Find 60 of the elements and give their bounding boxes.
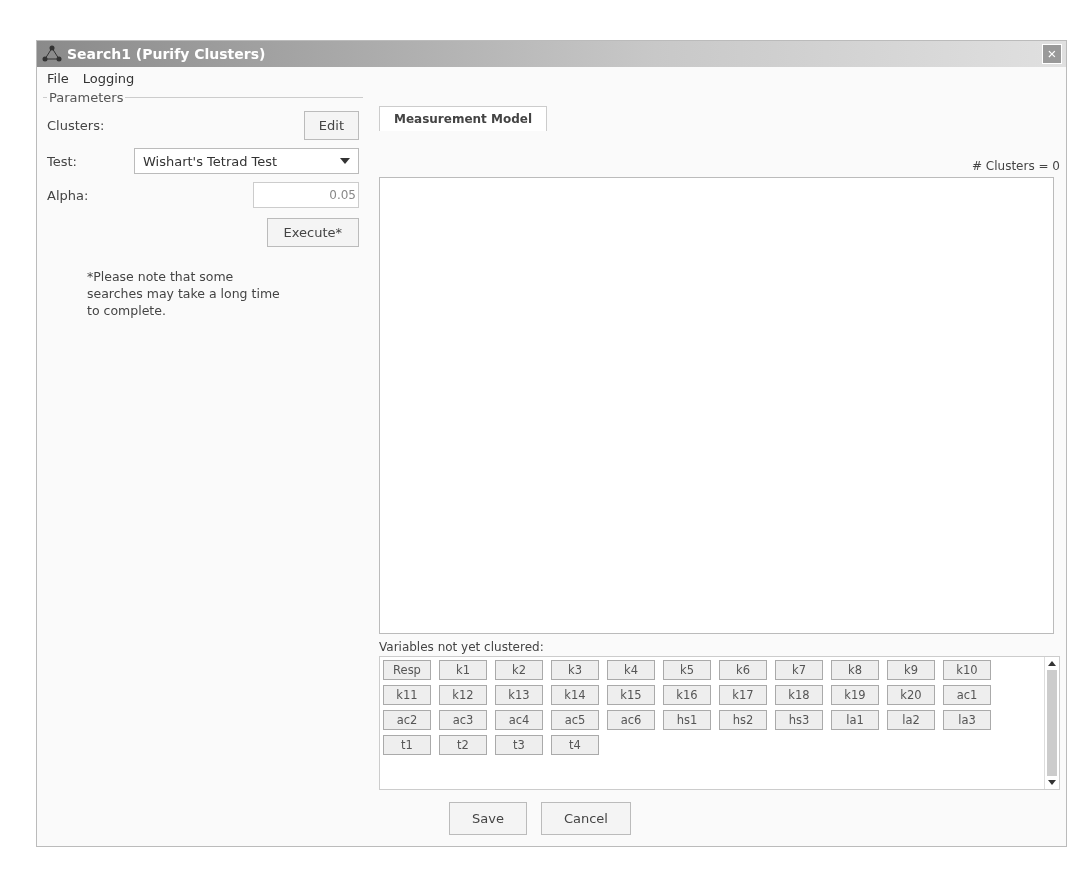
dialog-button[interactable]: Save [449,802,527,835]
variable-button[interactable]: Resp [383,660,431,680]
network-icon [41,45,63,63]
variable-button[interactable]: k8 [831,660,879,680]
variable-button[interactable]: la2 [887,710,935,730]
variable-button[interactable]: k20 [887,685,935,705]
alpha-field[interactable]: 0.05 [253,182,359,208]
variable-button[interactable]: k15 [607,685,655,705]
scroll-bar[interactable] [1044,657,1059,789]
variable-button[interactable]: la3 [943,710,991,730]
variable-button[interactable]: k6 [719,660,767,680]
variable-button[interactable]: ac1 [943,685,991,705]
variable-button[interactable]: t1 [383,735,431,755]
variable-button[interactable]: t3 [495,735,543,755]
variable-button[interactable]: k12 [439,685,487,705]
menu-item[interactable]: Logging [82,71,135,86]
variable-button[interactable]: hs3 [775,710,823,730]
window-title: Search1 (Purify Clusters) [67,46,266,62]
execute-button[interactable]: Execute* [266,218,359,247]
scroll-up-icon [1048,661,1056,666]
variable-button[interactable]: ac3 [439,710,487,730]
variable-button[interactable]: ac2 [383,710,431,730]
variable-button[interactable]: hs2 [719,710,767,730]
variable-button[interactable]: k1 [439,660,487,680]
test-dropdown[interactable]: Wishart's Tetrad Test [134,148,359,174]
variable-button[interactable]: k18 [775,685,823,705]
variable-button[interactable]: k9 [887,660,935,680]
variable-button[interactable]: k2 [495,660,543,680]
variable-button[interactable]: ac5 [551,710,599,730]
panel-title: Parameters [48,90,125,105]
variable-button[interactable]: ac6 [607,710,655,730]
dialog-button[interactable]: Cancel [540,802,631,835]
variables-label: Variables not yet clustered: [379,640,545,654]
variable-button[interactable]: k5 [663,660,711,680]
variable-button[interactable]: k7 [775,660,823,680]
edit-button[interactable]: Edit [303,111,359,140]
variable-button[interactable]: k14 [551,685,599,705]
variable-button[interactable]: k4 [607,660,655,680]
variable-button[interactable]: k11 [383,685,431,705]
note-text: *Please note that some searches may take a long time to complete. [87,269,281,320]
caret-icon [340,158,350,164]
variable-button[interactable]: k16 [663,685,711,705]
variable-button[interactable]: k19 [831,685,879,705]
scroll-down-icon [1048,780,1056,785]
clusters-label: Clusters: [47,118,105,133]
variable-button[interactable]: k3 [551,660,599,680]
menu-item[interactable]: File [47,71,69,86]
variable-button[interactable]: la1 [831,710,879,730]
variable-button[interactable]: t2 [439,735,487,755]
alpha-label: Alpha: [47,187,89,203]
variable-button[interactable]: k13 [495,685,543,705]
variable-button[interactable]: hs1 [663,710,711,730]
scroll-thumb[interactable] [1047,670,1057,776]
cluster-count: # Clusters = 0 [970,159,1060,173]
variable-button[interactable]: k10 [943,660,991,680]
variable-button[interactable]: ac4 [495,710,543,730]
variable-button[interactable]: k17 [719,685,767,705]
variable-button[interactable]: t4 [551,735,599,755]
test-label: Test: [47,153,77,169]
tab[interactable]: Measurement Model [379,106,548,131]
